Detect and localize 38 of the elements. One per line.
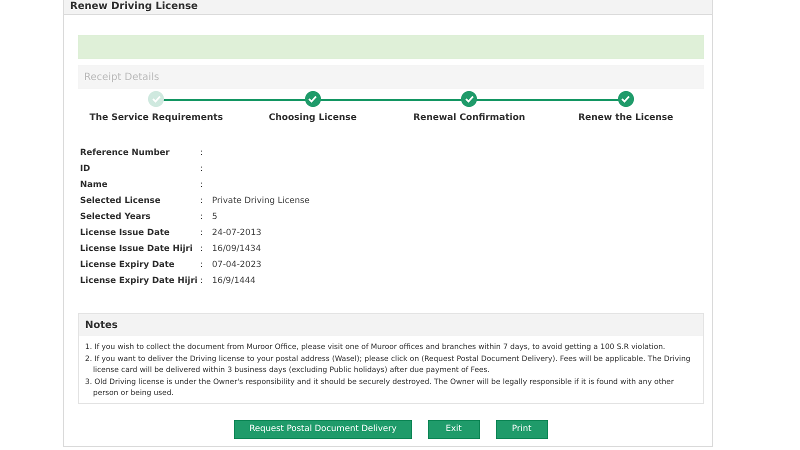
check-icon [621, 95, 630, 103]
step-label: The Service Requirements [90, 113, 223, 123]
field-separator: : [200, 212, 204, 222]
action-button[interactable]: Request Postal Document Delivery [234, 420, 412, 438]
field-separator: : [200, 260, 204, 270]
field-label: License Issue Date Hijri [80, 243, 194, 256]
action-button[interactable]: Print [496, 420, 548, 438]
action-button[interactable]: Exit [428, 420, 480, 438]
field-value: Private Driving License [212, 196, 311, 206]
step-label: Renewal Confirmation [413, 113, 526, 123]
check-icon [152, 95, 161, 103]
step-label: Renew the License [578, 113, 674, 123]
field-value: 07-04-2023 [212, 260, 262, 270]
field-separator: : [200, 228, 204, 238]
field-label: Selected License [80, 195, 162, 208]
field-label: License Expiry Date [80, 259, 176, 272]
field-separator: : [200, 148, 204, 158]
field-separator: : [200, 196, 204, 206]
step-label: Choosing License [268, 113, 357, 123]
field-label: ID [80, 163, 92, 176]
check-icon [308, 95, 318, 103]
field-label: Reference Number [80, 147, 171, 160]
field-value: 16/9/1444 [212, 276, 257, 286]
field-separator: : [200, 276, 204, 286]
check-icon [464, 95, 474, 103]
section-title: Receipt Details [84, 72, 160, 82]
field-value: 5 [212, 212, 218, 222]
field-label: License Expiry Date Hijri [80, 275, 199, 288]
panel-title: Renew Driving License [70, 0, 198, 13]
field-separator: : [200, 180, 204, 190]
notes-title: Notes [85, 320, 118, 330]
field-label: Name [80, 179, 108, 192]
field-value: 24-07-2013 [212, 228, 262, 238]
field-label: License Issue Date [80, 227, 171, 240]
field-separator: : [200, 164, 204, 174]
field-label: Selected Years [80, 211, 152, 224]
field-separator: : [200, 244, 204, 254]
field-value: 16/09/1434 [212, 244, 262, 254]
